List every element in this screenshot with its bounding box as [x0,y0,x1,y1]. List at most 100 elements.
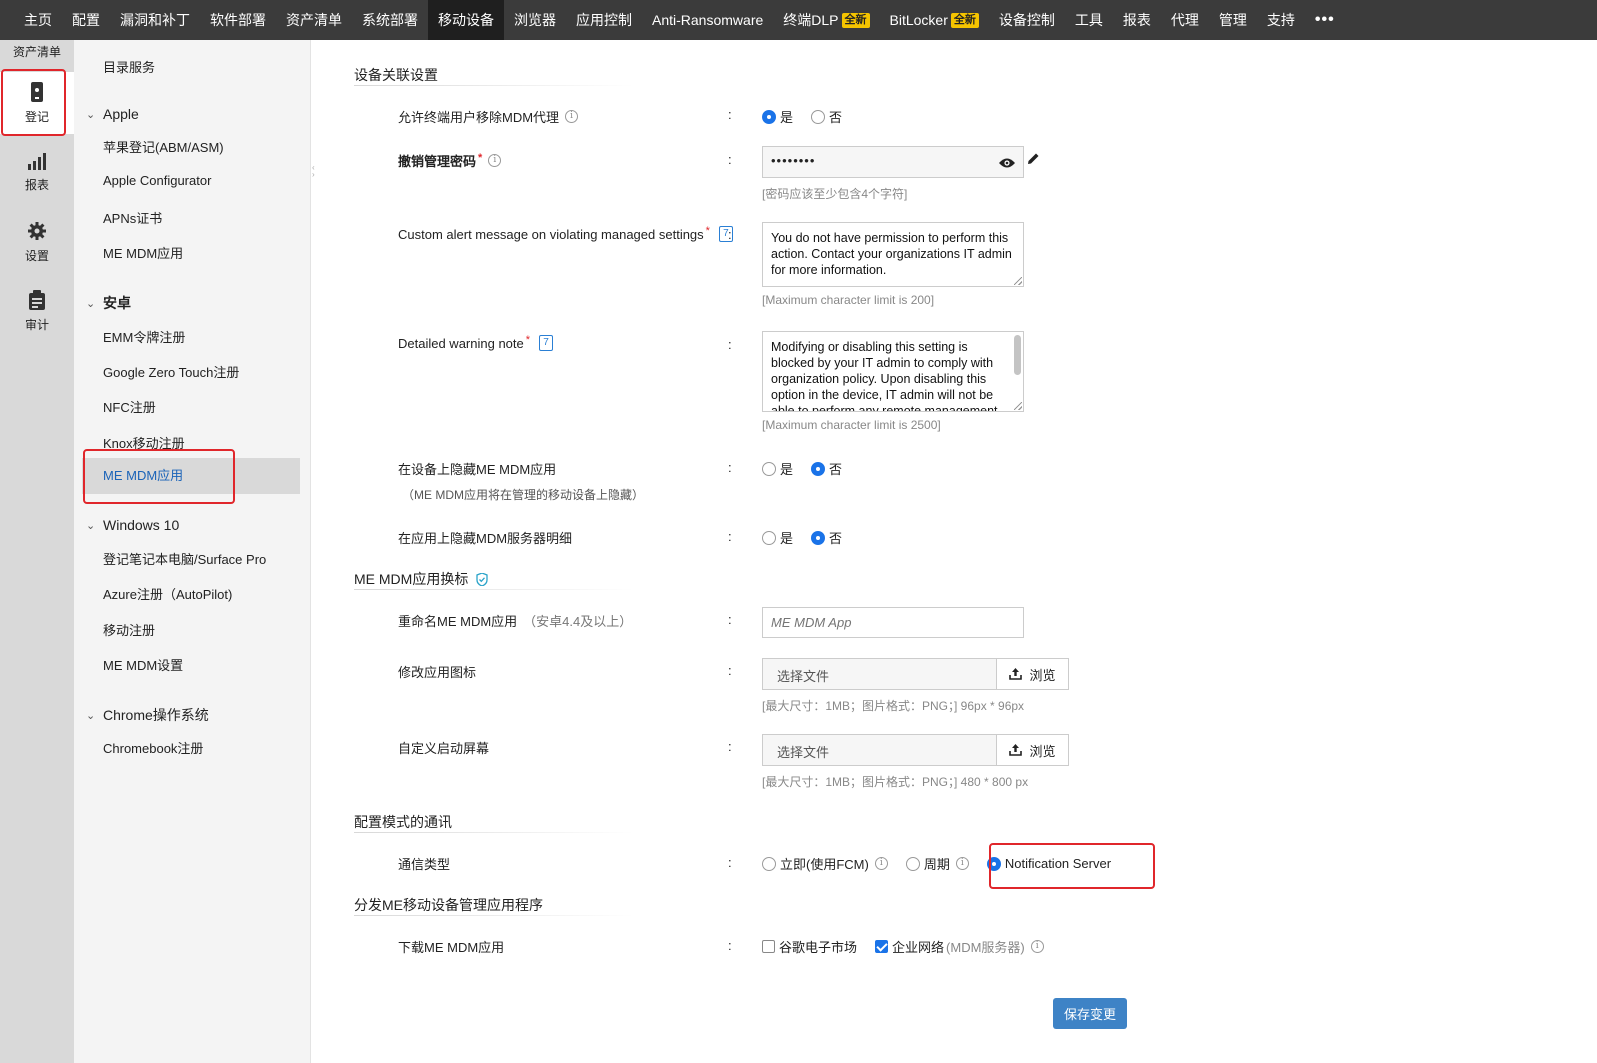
browse-button[interactable]: 浏览 [996,735,1068,765]
radio-button[interactable] [811,530,826,545]
nav-dlp[interactable]: 终端DLP 全新 [773,0,879,40]
radio-button[interactable] [762,461,776,476]
sidebar-item-mobile-enroll[interactable]: 移动注册 [103,620,155,639]
warning-note-text: Detailed warning note [398,335,524,351]
sidebar-group-android[interactable]: ⌄ 安卓 [86,293,131,313]
sidebar-item-directory[interactable]: 目录服务 [103,57,155,76]
file-name-field[interactable]: 选择文件 [763,659,996,689]
comm-fcm-option[interactable]: 立即(使用FCM) i [762,854,888,873]
sidebar-item-chromebook[interactable]: Chromebook注册 [103,738,203,757]
browse-button[interactable]: 浏览 [996,659,1068,689]
nav-bitlocker-label: BitLocker [889,12,948,28]
nav-support[interactable]: 支持 [1257,0,1305,40]
save-changes-button[interactable]: 保存变更 [1053,998,1127,1029]
edit-pencil-icon[interactable] [1026,152,1040,166]
radio-button[interactable] [762,856,776,871]
rail-settings[interactable]: 设置 [0,221,74,264]
hide-app-yes[interactable]: 是 [762,459,793,478]
checkbox[interactable] [762,940,775,953]
nav-anti-ransomware[interactable]: Anti-Ransomware [642,0,773,40]
radio-button[interactable] [811,109,826,124]
radio-button[interactable] [811,461,826,476]
app-icon-label: 修改应用图标 [398,665,477,680]
resize-handle-icon[interactable] [1014,402,1022,410]
splash-screen-label: 自定义启动屏幕 [398,741,490,756]
file-name-field[interactable]: 选择文件 [763,735,996,765]
sidebar-item-apple-configurator[interactable]: Apple Configurator [103,173,211,188]
download-source-group: 谷歌电子市场 企业网络 (MDM服务器) i [762,937,1062,956]
radio-label: 是 [780,462,794,477]
hide-app-no[interactable]: 否 [811,459,842,478]
sidebar-group-windows[interactable]: ⌄ Windows 10 [86,517,179,533]
nav-bitlocker[interactable]: BitLocker 全新 [880,0,989,40]
nav-app-control[interactable]: 应用控制 [566,0,642,40]
document-icon[interactable]: 7 [539,335,554,351]
nav-browser[interactable]: 浏览器 [504,0,566,40]
radio-button[interactable] [905,856,920,871]
app-icon-file-input[interactable]: 选择文件 浏览 [762,658,1069,690]
download-play-store-option[interactable]: 谷歌电子市场 [762,937,857,956]
nav-agent[interactable]: 代理 [1161,0,1209,40]
nav-software-deploy[interactable]: 软件部署 [200,0,276,40]
nav-tools[interactable]: 工具 [1065,0,1113,40]
splash-file-input[interactable]: 选择文件 浏览 [762,734,1069,766]
rename-app-note: （安卓4.4及以上） [523,614,633,629]
pane-splitter[interactable]: ‹ › [310,40,320,1063]
section-divider [354,589,634,590]
radio-button[interactable] [762,530,776,545]
sidebar-item-mdm-settings[interactable]: ME MDM设置 [103,655,183,674]
allow-remove-yes[interactable]: 是 [762,107,793,126]
info-icon[interactable]: i [565,110,579,123]
allow-remove-no[interactable]: 否 [811,107,842,126]
nav-home[interactable]: 主页 [14,0,62,40]
checkbox[interactable] [875,940,889,953]
hide-app-note: （ME MDM应用将在管理的移动设备上隐藏） [402,488,644,502]
sidebar-item-nfc[interactable]: NFC注册 [103,397,156,416]
enrollment-sidebar: 目录服务 ⌄ Apple 苹果登记(ABM/ASM) Apple Configur… [74,40,310,1063]
sidebar-item-azure[interactable]: Azure注册（AutoPilot) [103,584,232,603]
nav-os-deploy[interactable]: 系统部署 [352,0,428,40]
info-icon[interactable]: i [488,154,502,167]
colon: : [728,107,732,122]
sidebar-item-zero-touch[interactable]: Google Zero Touch注册 [103,362,239,381]
rail-reports[interactable]: 报表 [0,152,74,193]
required-marker: * [705,225,710,237]
sidebar-item-apns[interactable]: APNs证书 [103,208,162,227]
sidebar-item-apple-mdm-app[interactable]: ME MDM应用 [103,243,183,262]
sidebar-item-abm[interactable]: 苹果登记(ABM/ASM) [103,137,224,156]
info-icon[interactable]: i [955,857,969,870]
required-marker: * [525,334,531,346]
download-enterprise-option[interactable]: 企业网络 (MDM服务器) i [875,937,1044,956]
comm-periodic-option[interactable]: 周期 i [905,854,969,873]
revoke-password-field[interactable]: •••••••• [762,146,1024,178]
nav-admin[interactable]: 管理 [1209,0,1257,40]
info-icon[interactable]: i [1030,940,1044,953]
alert-message-textarea[interactable]: You do not have permission to perform th… [762,222,1024,287]
eye-icon[interactable] [998,157,1016,169]
info-icon[interactable]: i [874,857,888,870]
clipboard-icon [29,290,45,310]
sidebar-group-label: 安卓 [103,295,131,311]
rename-app-input[interactable] [762,607,1024,638]
more-icon[interactable]: ••• [1305,0,1345,40]
nav-patch[interactable]: 漏洞和补丁 [110,0,200,40]
sidebar-item-emm-token[interactable]: EMM令牌注册 [103,327,185,346]
nav-reports[interactable]: 报表 [1113,0,1161,40]
nav-inventory[interactable]: 资产清单 [276,0,352,40]
hide-server-yes[interactable]: 是 [762,528,793,547]
nav-mobile-device[interactable]: 移动设备 [428,0,504,40]
sidebar-item-laptop[interactable]: 登记笔记本电脑/Surface Pro [103,549,266,568]
sidebar-group-chrome[interactable]: ⌄ Chrome操作系统 [86,705,209,725]
warning-note-hint: [Maximum character limit is 2500] [762,418,941,432]
radio-button[interactable] [762,109,776,124]
rail-audit[interactable]: 审计 [0,290,74,333]
hide-server-no[interactable]: 否 [811,528,842,547]
scrollbar[interactable] [1014,335,1021,375]
nav-config[interactable]: 配置 [62,0,110,40]
new-badge: 全新 [841,12,870,28]
sidebar-group-apple[interactable]: ⌄ Apple [86,106,139,122]
resize-handle-icon[interactable] [1014,277,1022,285]
nav-device-control[interactable]: 设备控制 [989,0,1065,40]
warning-note-textarea[interactable]: Modifying or disabling this setting is b… [762,331,1024,412]
section-divider [354,85,634,86]
